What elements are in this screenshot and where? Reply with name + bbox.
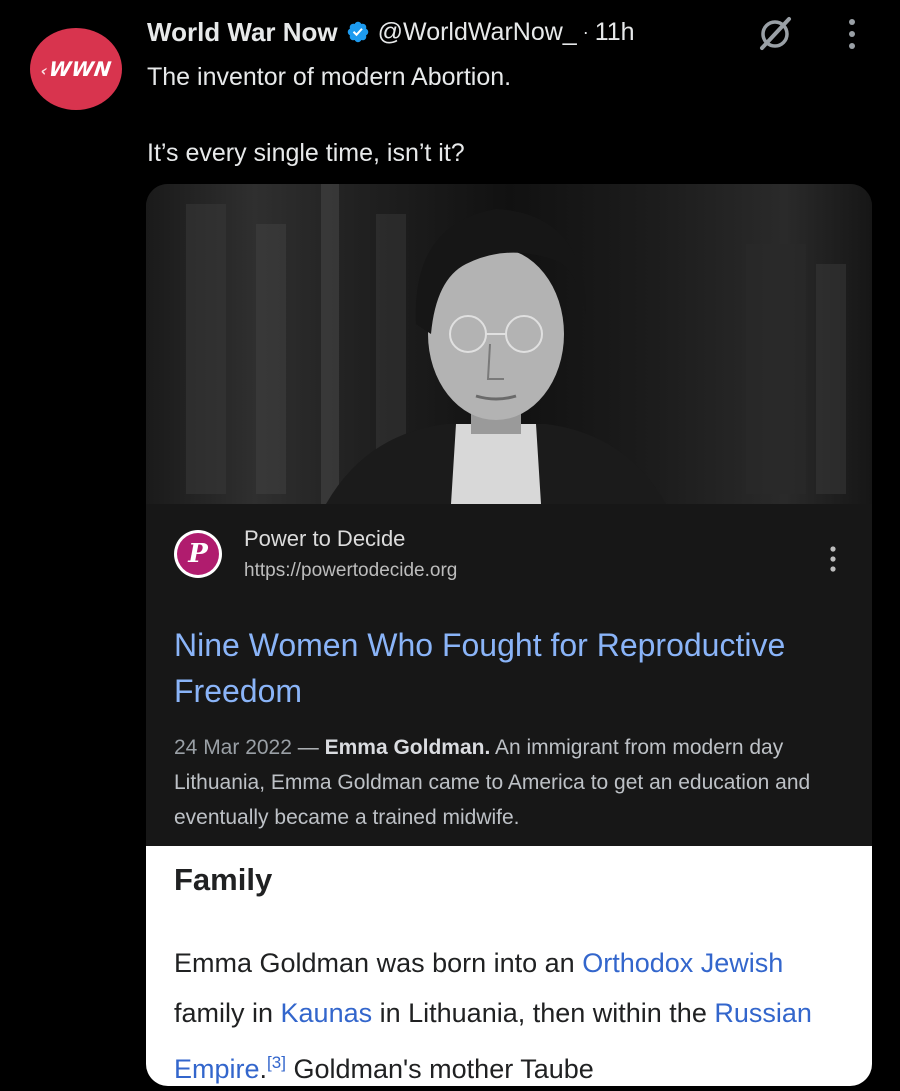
wiki-link-kaunas[interactable]: Kaunas [281,998,373,1028]
tweet-line-2: It’s every single time, isn’t it? [147,139,465,167]
separator-dot: · [582,21,589,42]
portrait-photo[interactable] [146,184,872,504]
site-logo-letter: P [177,533,219,575]
site-logo-icon: P [174,530,222,578]
grok-icon[interactable] [756,14,794,52]
media-card[interactable]: P Power to Decide https://powertodecide.… [146,184,872,1086]
snippet-date: 24 Mar 2022 [174,736,292,759]
avatar[interactable]: WWN [30,28,122,110]
user-handle[interactable]: @WorldWarNow_ [378,18,577,47]
wiki-excerpt: Family Emma Goldman was born into an Ort… [146,846,872,1086]
more-options-icon[interactable] [842,16,862,52]
result-title-link[interactable]: Nine Women Who Fought for Reproductive F… [174,622,834,714]
snippet-dash: — [291,736,325,759]
wiki-text-5: Goldman's mother Taube [285,1054,594,1084]
tweet-text: The inventor of modern Abortion. It’s ev… [147,59,847,171]
wiki-paragraph: Emma Goldman was born into an Orthodox J… [174,938,854,1086]
wiki-text-1: Emma Goldman was born into an [174,948,583,978]
tweet-line-1: The inventor of modern Abortion. [147,63,512,91]
wiki-link-orthodox-jewish[interactable]: Orthodox Jewish [582,948,783,978]
snippet-bold: Emma Goldman. [324,736,491,759]
post-time[interactable]: 11h [595,18,635,47]
result-more-icon[interactable] [828,544,838,574]
verified-badge-icon [347,21,368,43]
tweet-header: World War Now @WorldWarNow_ · 11h [147,14,635,50]
portrait-illustration [186,184,846,504]
search-result[interactable]: P Power to Decide https://powertodecide.… [146,504,872,846]
result-snippet: 24 Mar 2022 — Emma Goldman. An immigrant… [174,730,854,835]
site-name[interactable]: Power to Decide [244,526,405,552]
avatar-logo-text: WWN [39,57,113,81]
wiki-heading: Family [174,862,273,897]
site-url[interactable]: https://powertodecide.org [244,560,457,582]
wiki-text-2: family in [174,998,281,1028]
wiki-text-4: . [259,1054,268,1084]
display-name[interactable]: World War Now [147,17,338,48]
wiki-reference[interactable]: [3] [267,1053,286,1072]
wiki-text-3: in Lithuania, then within the [372,998,715,1028]
